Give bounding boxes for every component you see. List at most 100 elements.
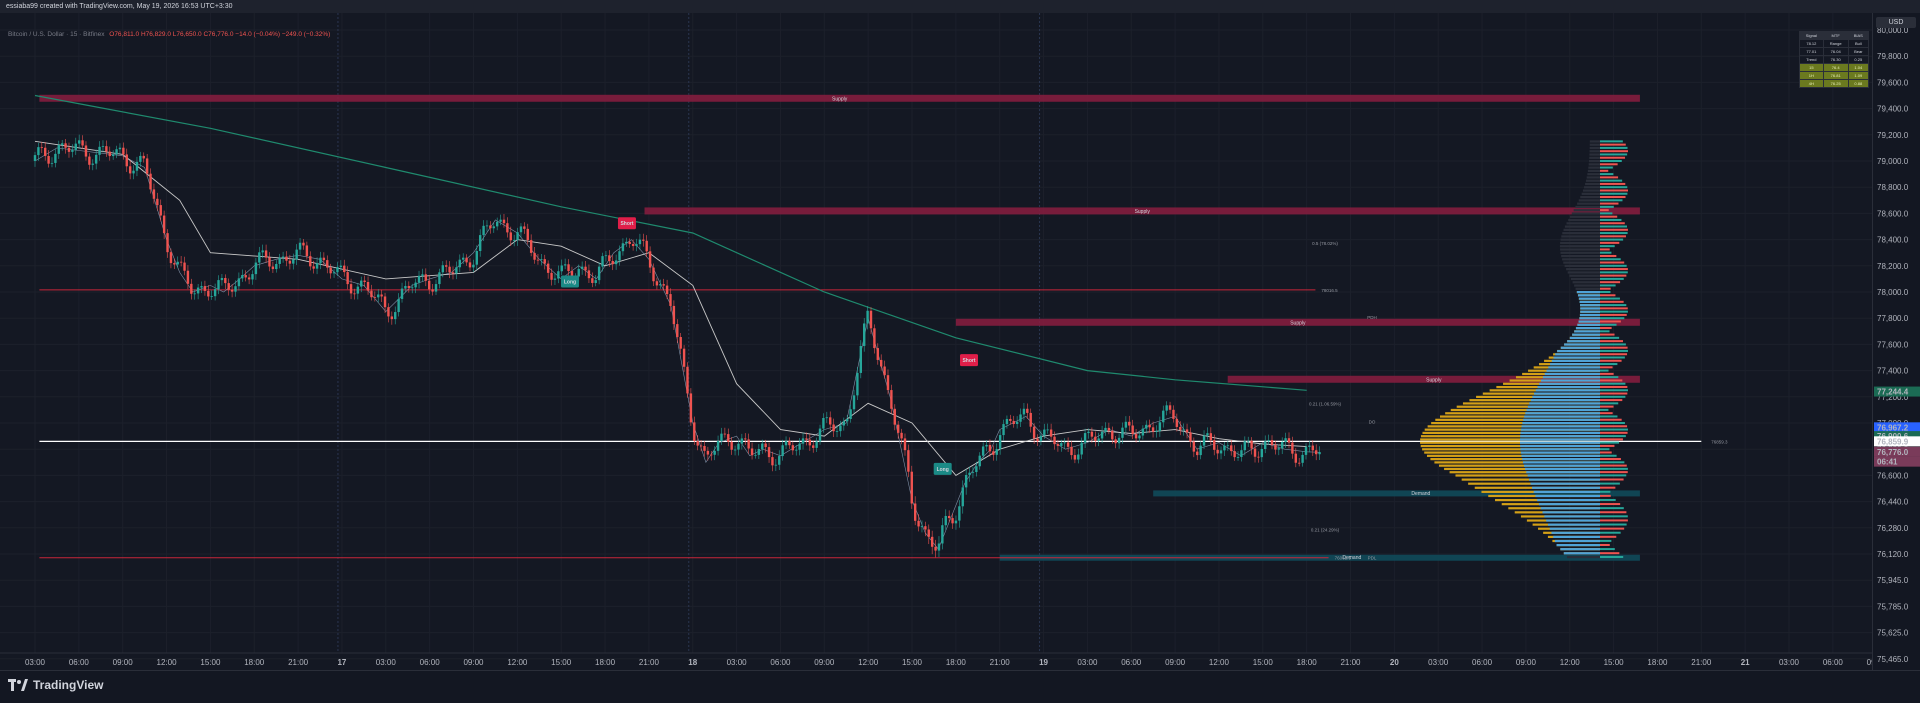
volume-profile-bar	[1588, 166, 1600, 169]
candle-body	[305, 245, 309, 257]
candle-body	[856, 372, 859, 396]
delta-bar	[1600, 552, 1620, 555]
candle-body	[478, 235, 482, 251]
candle-body	[930, 536, 934, 547]
chart-legend[interactable]: Bitcoin / U.S. Dollar · 15 · Bitfinex O7…	[8, 31, 330, 38]
time-tick-label: 06:00	[1823, 658, 1844, 667]
candle-body	[64, 143, 67, 148]
candle-body	[258, 252, 261, 263]
candle-body	[60, 143, 64, 145]
volume-profile-bar	[1575, 205, 1600, 209]
candle-body	[1209, 433, 1213, 441]
delta-bar	[1600, 366, 1613, 369]
candle-body	[659, 284, 662, 286]
volume-profile-bar	[1526, 471, 1600, 474]
price-tick-label: 78,400.0	[1877, 236, 1909, 245]
candle-body	[414, 282, 417, 288]
candle-body	[706, 450, 710, 455]
stats-cell: 76.25	[1822, 79, 1849, 88]
price-axis-svg[interactable]: 80,000.079,800.079,600.079,400.079,200.0…	[1873, 13, 1920, 670]
delta-bar	[1600, 428, 1628, 431]
delta-bar	[1600, 425, 1628, 428]
volume-profile-bar	[1525, 467, 1600, 471]
candle-body	[428, 280, 431, 290]
volume-profile-bar	[1527, 405, 1600, 408]
delta-bar	[1600, 254, 1617, 257]
delta-bar	[1600, 531, 1621, 534]
candle-body	[676, 324, 679, 338]
candle-body	[1073, 455, 1077, 460]
candle-body	[261, 250, 264, 253]
price-axis[interactable]: 80,000.0 79,800.0 79,600.0 79,400.0 79,200.0…	[1872, 13, 1920, 670]
candle-body	[278, 257, 281, 264]
delta-bar	[1600, 186, 1628, 189]
zone-label: 0.21 (24.29%)	[1311, 527, 1340, 532]
candle-body	[1043, 429, 1046, 436]
volume-profile-bar	[1542, 511, 1600, 514]
candle-body	[292, 259, 295, 264]
candle-body	[594, 280, 597, 283]
candle-body	[1121, 427, 1124, 438]
volume-profile-bar	[1573, 209, 1600, 212]
candle-body	[825, 417, 829, 419]
time-tick-label: 19	[1039, 658, 1048, 667]
candle-body	[1182, 429, 1185, 431]
candle-body	[349, 284, 353, 294]
time-tick-label: 03:00	[1077, 658, 1098, 667]
candle-body	[40, 147, 43, 148]
tradingview-logo[interactable]: TradingView	[8, 678, 103, 692]
volume-profile-bar	[1561, 254, 1600, 258]
candle-body	[553, 278, 557, 280]
delta-bar	[1600, 176, 1619, 179]
delta-bar	[1600, 313, 1627, 316]
volume-profile-bar	[1575, 327, 1600, 330]
candle-body	[699, 445, 703, 447]
candle-body	[302, 242, 305, 246]
attribution-text: essiaba99 created with TradingView.com, …	[6, 3, 233, 10]
candle-body	[506, 223, 509, 233]
candle-body	[1124, 421, 1128, 428]
candle-body	[1277, 448, 1281, 450]
delta-bar	[1600, 274, 1627, 277]
volume-profile-bar	[1577, 294, 1600, 297]
candle-body	[1175, 418, 1179, 427]
candle-body	[98, 146, 101, 155]
stats-cell: 0.88	[1847, 79, 1870, 88]
candle-body	[1216, 449, 1219, 454]
volume-profile-bar	[1557, 349, 1600, 353]
candle-body	[1117, 437, 1121, 444]
candle-body	[747, 439, 750, 449]
price-chart-svg[interactable]: SupplySupplySupplySupplyDemandDemand7801…	[0, 13, 1872, 670]
candle-body	[516, 232, 519, 241]
candle-body	[1257, 456, 1260, 458]
candle-body	[771, 457, 774, 466]
volume-profile-bar	[1535, 389, 1600, 392]
candle-body	[1318, 452, 1321, 455]
candle-body	[495, 221, 499, 227]
candle-body	[519, 226, 523, 233]
volume-profile-bar	[1581, 192, 1600, 195]
price-tick-label: 76,600.0	[1877, 471, 1909, 480]
currency-badge[interactable]: USD	[1876, 17, 1916, 28]
candle-body	[445, 265, 448, 267]
delta-bar	[1600, 235, 1626, 238]
candle-body	[907, 450, 910, 472]
legend-symbol[interactable]: Bitcoin / U.S. Dollar · 15 · Bitfinex	[8, 31, 104, 38]
chart-canvas[interactable]: Supply Supply Supply Supply Demand Demand 7801…	[0, 13, 1872, 670]
candle-body	[829, 417, 832, 425]
zone-label: PDL	[1368, 556, 1377, 561]
delta-bar	[1600, 438, 1623, 441]
candle-body	[1063, 442, 1066, 444]
delta-bar	[1600, 431, 1628, 434]
candle-body	[900, 432, 903, 439]
candle-body	[761, 443, 764, 450]
volume-profile-bar	[1567, 340, 1600, 343]
volume-profile-bar	[1564, 225, 1600, 228]
candle-body	[1301, 454, 1304, 463]
volume-profile-bar	[1537, 385, 1600, 389]
price-tick-label: 79,000.0	[1877, 157, 1909, 166]
candle-body	[750, 448, 754, 456]
delta-bar	[1600, 327, 1612, 330]
delta-bar	[1600, 539, 1612, 542]
delta-bar	[1600, 408, 1609, 411]
